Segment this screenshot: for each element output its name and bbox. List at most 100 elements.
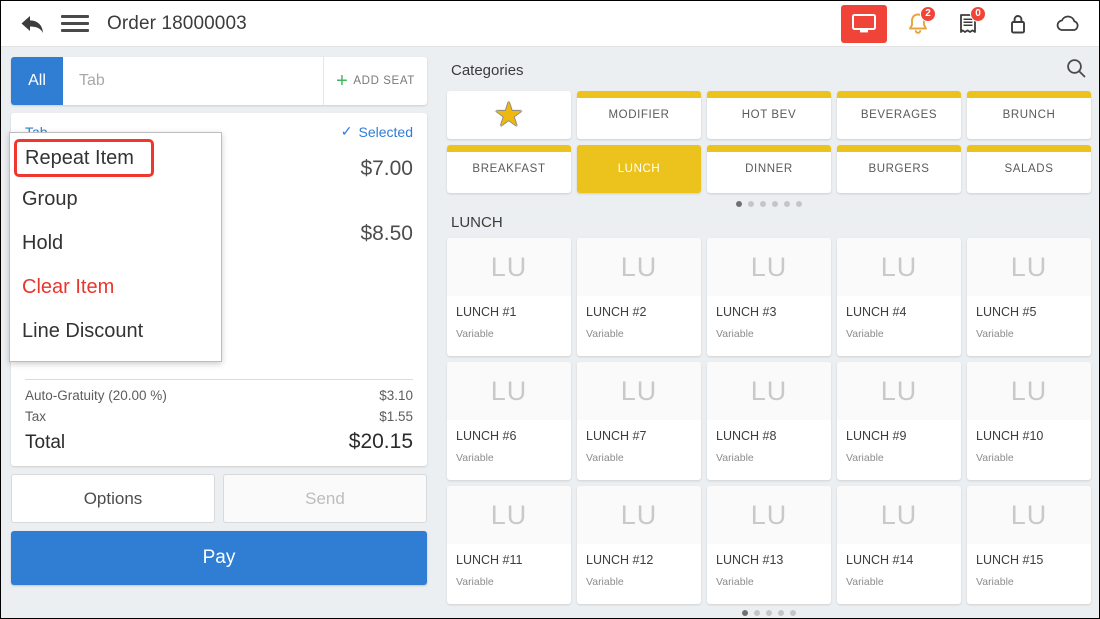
context-menu-item-line-discount[interactable]: Line Discount	[10, 309, 221, 353]
item-context-menu: Repeat Item Group Hold Clear Item Line D…	[9, 132, 222, 362]
product-name: LUNCH #13	[716, 553, 784, 567]
product-thumbnail: LU	[577, 362, 701, 420]
category-hot-bev[interactable]: HOT BEV	[707, 91, 831, 139]
product-name: LUNCH #4	[846, 305, 907, 319]
category-beverages[interactable]: BEVERAGES	[837, 91, 961, 139]
pagination-dot[interactable]	[760, 201, 766, 207]
tax-value: $1.55	[379, 409, 413, 424]
back-arrow-icon[interactable]	[15, 7, 49, 41]
order-selected-status[interactable]: ✓ Selected	[341, 123, 413, 140]
category-color-bar	[837, 145, 961, 152]
product-card[interactable]: LU LUNCH #11 Variable	[447, 486, 571, 604]
product-card[interactable]: LU LUNCH #3 Variable	[707, 238, 831, 356]
product-thumbnail: LU	[967, 238, 1091, 296]
context-menu-item-clear-item[interactable]: Clear Item	[10, 265, 221, 309]
product-card[interactable]: LU LUNCH #4 Variable	[837, 238, 961, 356]
product-card[interactable]: LU LUNCH #14 Variable	[837, 486, 961, 604]
categories-title: Categories	[451, 61, 524, 79]
product-card[interactable]: LU LUNCH #6 Variable	[447, 362, 571, 480]
product-card[interactable]: LU LUNCH #2 Variable	[577, 238, 701, 356]
product-name: LUNCH #10	[976, 429, 1044, 443]
product-card[interactable]: LU LUNCH #15 Variable	[967, 486, 1091, 604]
pagination-dot[interactable]	[790, 610, 796, 616]
hamburger-menu-icon[interactable]	[61, 9, 91, 39]
categories-header: Categories	[447, 57, 1091, 83]
bell-icon[interactable]: 2	[893, 1, 943, 47]
send-button: Send	[223, 474, 427, 523]
product-card[interactable]: LU LUNCH #5 Variable	[967, 238, 1091, 356]
product-name: LUNCH #7	[586, 429, 647, 443]
search-icon[interactable]	[1065, 57, 1087, 84]
product-price: Variable	[586, 576, 624, 588]
seat-tab[interactable]: Tab	[63, 57, 323, 105]
category-label: BRUNCH	[1002, 109, 1056, 121]
order-item-price[interactable]: $7.00	[360, 157, 413, 181]
lock-icon[interactable]	[993, 1, 1043, 47]
pagination-dot[interactable]	[748, 201, 754, 207]
pagination-dot[interactable]	[766, 610, 772, 616]
monitor-icon[interactable]	[841, 4, 887, 43]
receipt-icon[interactable]: 0	[943, 1, 993, 47]
pagination-dot[interactable]	[796, 201, 802, 207]
product-name: LUNCH #14	[846, 553, 914, 567]
product-name: LUNCH #15	[976, 553, 1044, 567]
cloud-icon[interactable]	[1043, 1, 1093, 47]
pagination-dot[interactable]	[742, 610, 748, 616]
pagination-dot[interactable]	[754, 610, 760, 616]
category-pagination[interactable]	[447, 201, 1091, 211]
product-name: LUNCH #1	[456, 305, 517, 319]
product-price: Variable	[976, 576, 1014, 588]
category-color-bar	[837, 91, 961, 98]
product-card[interactable]: LU LUNCH #1 Variable	[447, 238, 571, 356]
seat-filter-all[interactable]: All	[11, 57, 63, 105]
order-item-price[interactable]: $8.50	[360, 222, 413, 246]
category-breakfast[interactable]: BREAKFAST	[447, 145, 571, 193]
order-action-row: Options Send	[11, 474, 427, 523]
star-icon: ★	[493, 96, 525, 134]
category-lunch[interactable]: LUNCH	[577, 145, 701, 193]
options-button[interactable]: Options	[11, 474, 215, 523]
product-thumbnail: LU	[837, 486, 961, 544]
category-label: BREAKFAST	[472, 163, 546, 175]
product-thumbnail: LU	[837, 362, 961, 420]
category-grid: ★ MODIFIER HOT BEV BEVERAGES BRUNCH BREA…	[447, 91, 1091, 193]
category-brunch[interactable]: BRUNCH	[967, 91, 1091, 139]
category-favorites[interactable]: ★	[447, 91, 571, 139]
product-pagination[interactable]	[447, 610, 1091, 618]
product-name: LUNCH #3	[716, 305, 777, 319]
product-thumbnail: LU	[447, 362, 571, 420]
product-card[interactable]: LU LUNCH #7 Variable	[577, 362, 701, 480]
product-card[interactable]: LU LUNCH #13 Variable	[707, 486, 831, 604]
product-card[interactable]: LU LUNCH #10 Variable	[967, 362, 1091, 480]
category-color-bar	[577, 91, 701, 98]
pagination-dot[interactable]	[778, 610, 784, 616]
pagination-dot[interactable]	[772, 201, 778, 207]
product-card[interactable]: LU LUNCH #8 Variable	[707, 362, 831, 480]
pay-button[interactable]: Pay	[11, 531, 427, 585]
category-modifier[interactable]: MODIFIER	[577, 91, 701, 139]
product-card[interactable]: LU LUNCH #12 Variable	[577, 486, 701, 604]
context-menu-item-repeat-item[interactable]: Repeat Item	[14, 139, 154, 177]
category-color-bar	[967, 91, 1091, 98]
pos-app-window: Order 18000003 2 0 All Tab + ADD SEAT ✓ …	[0, 0, 1100, 619]
category-dinner[interactable]: DINNER	[707, 145, 831, 193]
context-menu-item-hold[interactable]: Hold	[10, 221, 221, 265]
product-thumbnail: LU	[577, 238, 701, 296]
gratuity-label: Auto-Gratuity (20.00 %)	[25, 388, 167, 403]
header-icon-group: 2 0	[841, 1, 1093, 47]
product-thumbnail: LU	[967, 362, 1091, 420]
context-menu-item-group[interactable]: Group	[10, 177, 221, 221]
product-price: Variable	[846, 452, 884, 464]
pagination-dot[interactable]	[784, 201, 790, 207]
product-card[interactable]: LU LUNCH #9 Variable	[837, 362, 961, 480]
seat-bar: All Tab + ADD SEAT	[11, 57, 427, 105]
category-burgers[interactable]: BURGERS	[837, 145, 961, 193]
category-salads[interactable]: SALADS	[967, 145, 1091, 193]
pagination-dot[interactable]	[736, 201, 742, 207]
add-seat-button[interactable]: + ADD SEAT	[323, 57, 427, 105]
product-price: Variable	[716, 452, 754, 464]
product-thumbnail: LU	[967, 486, 1091, 544]
product-thumbnail: LU	[447, 486, 571, 544]
category-color-bar	[707, 145, 831, 152]
product-thumbnail: LU	[577, 486, 701, 544]
